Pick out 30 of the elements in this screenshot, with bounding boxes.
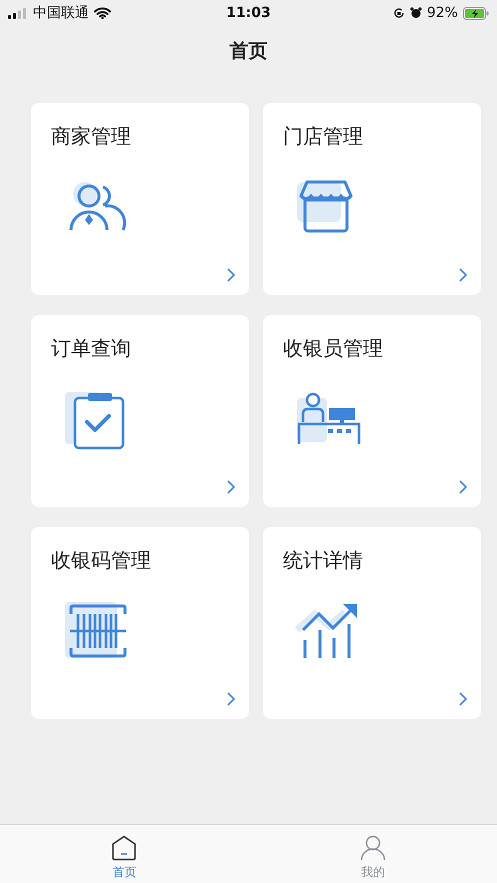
card-title: 商家管理: [51, 123, 131, 150]
menu-card[interactable]: 收银码管理: [31, 527, 249, 719]
chevron-right-icon: [459, 692, 467, 706]
chevron-right-icon: [459, 480, 467, 494]
battery-percent: 92%: [426, 5, 458, 21]
home-icon: [111, 835, 138, 861]
card-title: 订单查询: [51, 335, 131, 362]
chevron-right-icon: [227, 268, 235, 282]
menu-card[interactable]: 门店管理: [263, 103, 481, 295]
battery-icon: [462, 6, 489, 20]
chevron-right-icon: [227, 480, 235, 494]
chevron-right-icon: [459, 268, 467, 282]
alarm-icon: [410, 7, 422, 19]
card-title: 门店管理: [283, 123, 363, 150]
card-title: 收银员管理: [283, 335, 383, 362]
signal-icon: [8, 8, 28, 18]
chevron-right-icon: [227, 692, 235, 706]
menu-card[interactable]: 收银员管理: [263, 315, 481, 507]
clock-time: 11:03: [226, 5, 271, 21]
menu-card[interactable]: 统计详情: [263, 527, 481, 719]
user-icon: [360, 835, 386, 861]
card-title: 统计详情: [283, 547, 363, 574]
rotation-lock-icon: [392, 7, 405, 19]
menu-card[interactable]: 商家管理: [31, 103, 249, 295]
carrier-name: 中国联通: [33, 4, 89, 22]
wifi-icon: [94, 7, 111, 19]
tab-item[interactable]: 首页: [0, 825, 248, 883]
card-title: 收银码管理: [51, 547, 151, 574]
page-title: 首页: [230, 39, 268, 64]
menu-card[interactable]: 订单查询: [31, 315, 249, 507]
